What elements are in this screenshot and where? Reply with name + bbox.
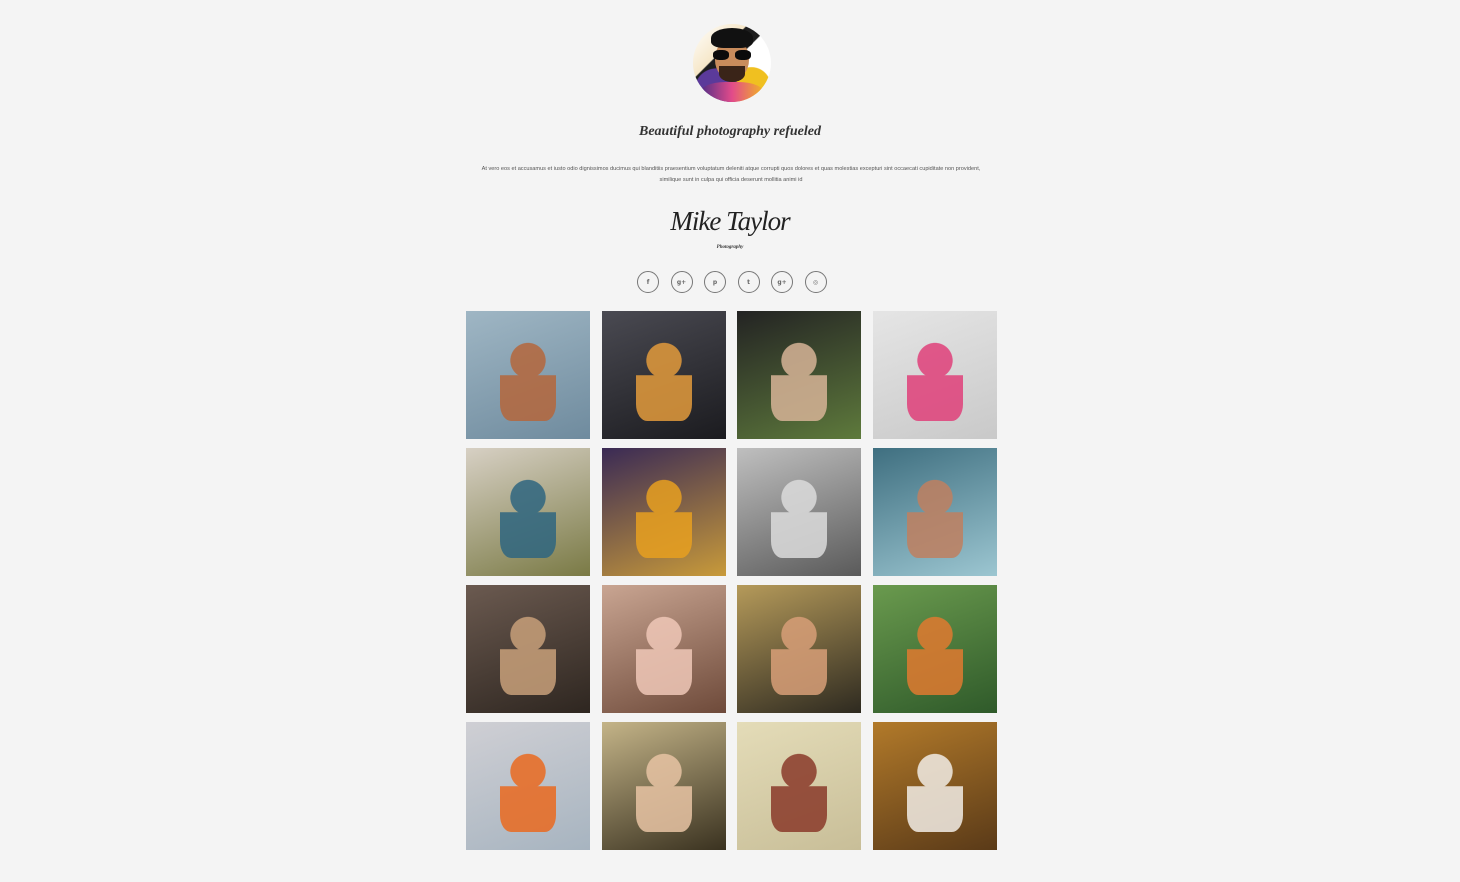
photo-subject bbox=[635, 748, 692, 832]
photo-subject bbox=[771, 611, 827, 695]
avatar-shirt bbox=[699, 82, 765, 102]
gallery-photo-woman-with-mirror-hoop[interactable] bbox=[737, 311, 861, 439]
gallery-photo-painted-dog[interactable] bbox=[601, 448, 726, 576]
pinterest-icon[interactable]: p bbox=[704, 271, 726, 293]
gallery-photo-girl-with-glasses[interactable] bbox=[737, 722, 861, 850]
photo-subject bbox=[771, 474, 827, 558]
photo-subject bbox=[771, 748, 827, 832]
dribbble-icon[interactable]: ◎ bbox=[804, 271, 827, 293]
gallery-photo-sleeping-baby[interactable] bbox=[601, 585, 726, 713]
photo-subject bbox=[771, 337, 827, 421]
signature-logo[interactable]: Mike Taylor bbox=[0, 206, 1460, 237]
signature-subtitle: Photography bbox=[716, 245, 744, 250]
avatar-sunglasses bbox=[713, 50, 751, 60]
intro-text: At vero eos et accusamus et iusto odio d… bbox=[481, 166, 981, 183]
site-tagline: Beautiful photography refueled bbox=[638, 124, 821, 139]
gallery-photo-woman-with-flowing-hair[interactable] bbox=[601, 722, 726, 850]
avatar-beard bbox=[719, 66, 745, 82]
photo-subject bbox=[635, 611, 692, 695]
gallery-photo-light-bulb-sunset[interactable] bbox=[601, 311, 726, 439]
photo-gallery bbox=[466, 311, 997, 851]
photo-subject bbox=[635, 337, 692, 421]
gallery-photo-red-haired-woman-portrait[interactable] bbox=[466, 311, 590, 439]
page: Beautiful photography refueled At vero e… bbox=[0, 0, 1460, 882]
gallery-photo-wedding-couple[interactable] bbox=[872, 722, 997, 850]
gallery-photo-woman-by-water[interactable] bbox=[737, 585, 861, 713]
google-plus-icon[interactable]: g+ bbox=[670, 271, 693, 293]
avatar-hair bbox=[711, 28, 753, 48]
gallery-photo-blonde-child[interactable] bbox=[466, 722, 590, 850]
gallery-photo-dancers-black-and-white[interactable] bbox=[737, 448, 861, 576]
photo-subject bbox=[500, 748, 556, 832]
photo-subject bbox=[635, 474, 692, 558]
photo-subject bbox=[500, 611, 556, 695]
photo-subject bbox=[906, 748, 963, 832]
photo-subject bbox=[500, 337, 556, 421]
photo-subject bbox=[906, 474, 963, 558]
gallery-photo-child-with-flowers[interactable] bbox=[872, 585, 997, 713]
gallery-photo-colorful-painted-man[interactable] bbox=[872, 311, 997, 439]
gallery-photo-children-at-sea[interactable] bbox=[872, 448, 997, 576]
photo-subject bbox=[906, 337, 963, 421]
profile-avatar[interactable] bbox=[693, 24, 771, 102]
gallery-photo-girl-with-butterfly-wings[interactable] bbox=[466, 448, 590, 576]
google-plus-alt-icon[interactable]: g+ bbox=[771, 271, 793, 293]
photo-subject bbox=[906, 611, 963, 695]
twitter-icon[interactable]: t bbox=[737, 271, 760, 293]
gallery-photo-elderly-woman-smoking[interactable] bbox=[466, 585, 590, 713]
photo-subject bbox=[500, 474, 556, 558]
facebook-icon[interactable]: f bbox=[637, 271, 659, 293]
